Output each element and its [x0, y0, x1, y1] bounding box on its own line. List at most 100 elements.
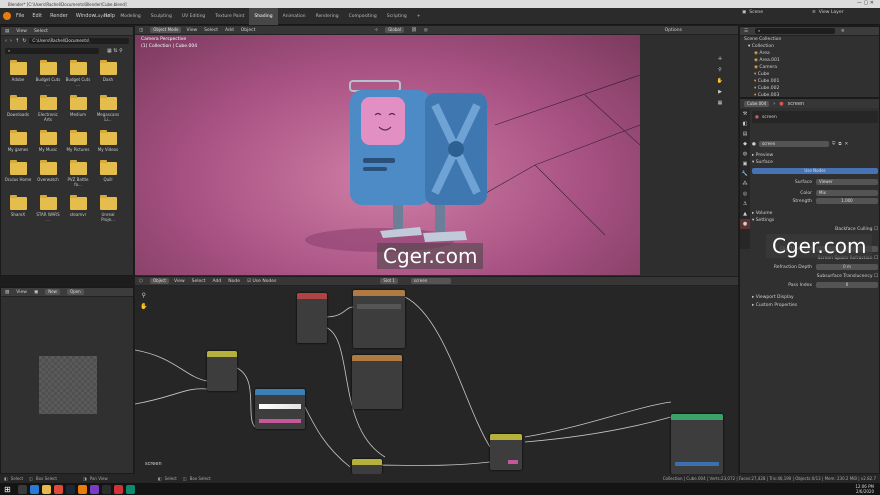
axis-gizmo-icon[interactable]: ✛	[713, 54, 727, 65]
chrome-icon[interactable]	[54, 484, 63, 494]
outliner-root[interactable]: Scene Collection	[744, 36, 879, 43]
color-swatch[interactable]	[508, 460, 518, 464]
backface-culling-checkbox[interactable]: Backface Culling ☐	[752, 227, 878, 232]
folder-item[interactable]: Adobe	[4, 60, 32, 87]
subsurface-translucency-checkbox[interactable]: Subsurface Translucency ☐	[752, 274, 878, 279]
add-workspace-button[interactable]: +	[412, 8, 426, 25]
volume-section[interactable]: ▸ Volume	[752, 211, 878, 216]
snap-icon[interactable]: ⛓	[411, 28, 417, 33]
steam-icon[interactable]	[66, 484, 75, 494]
close-icon[interactable]: ✕	[845, 142, 849, 147]
tool-tab-icon[interactable]: ⚒	[740, 109, 750, 119]
strength-field[interactable]: 1.000	[816, 198, 878, 204]
tab-scripting[interactable]: Scripting	[382, 8, 412, 25]
folder-item[interactable]: My Pictures	[64, 130, 92, 152]
folder-item[interactable]: Quill	[94, 160, 122, 187]
grid-icon[interactable]: ▦	[713, 98, 727, 109]
arrow-right-icon[interactable]: ›	[10, 38, 12, 44]
view-layer-selector[interactable]: ≋ View Layer	[812, 10, 843, 15]
outliner-search-input[interactable]: ⌕	[755, 28, 836, 34]
folder-item[interactable]: Electronic Arts	[34, 95, 62, 122]
folder-item[interactable]: My Videos	[94, 130, 122, 152]
edge-icon[interactable]	[30, 484, 39, 494]
world-tab-icon[interactable]: ◍	[740, 149, 750, 159]
arrow-left-icon[interactable]: ‹	[5, 38, 7, 44]
folder-item[interactable]: My games	[4, 130, 32, 152]
tab-rendering[interactable]: Rendering	[311, 8, 344, 25]
particles-tab-icon[interactable]: ⁂	[740, 179, 750, 189]
folder-item[interactable]: Budget Cuts ...	[34, 60, 62, 87]
filter-icon[interactable]: ⚟	[841, 29, 845, 34]
file-explorer-icon[interactable]	[42, 484, 51, 494]
outliner-row[interactable]: ▾ Cube	[744, 71, 879, 78]
display-mode-icon[interactable]: ▦ ⇅ ⚲	[107, 48, 123, 54]
use-nodes-button[interactable]: Use Nodes	[752, 168, 878, 174]
folder-item[interactable]: Budget Cuts ...	[64, 60, 92, 87]
folder-item[interactable]: Unreal Proje...	[94, 195, 122, 222]
data-tab-icon[interactable]: ▲	[740, 209, 750, 219]
outliner-row[interactable]: ▾ Cube.002	[744, 85, 879, 92]
pass-index-field[interactable]: 0	[816, 282, 878, 288]
node-image-field[interactable]	[357, 304, 401, 309]
scene-selector[interactable]: ▣ Scene	[742, 10, 763, 15]
editor-type-icon[interactable]: ◫	[139, 28, 143, 33]
folder-item[interactable]: Downloads	[4, 95, 32, 122]
zoom-icon[interactable]: ⚲	[713, 65, 727, 76]
options-dropdown[interactable]: Options	[665, 28, 682, 33]
physics-tab-icon[interactable]: ◎	[740, 189, 750, 199]
node-mix-2[interactable]	[490, 434, 522, 470]
file-path-field[interactable]: C:\Users\Rachel\Documents\	[29, 38, 129, 44]
tab-layout[interactable]: Layout	[90, 8, 115, 25]
folder-item[interactable]: steamvr	[64, 195, 92, 222]
node-principled-bsdf[interactable]	[671, 414, 723, 474]
refresh-icon[interactable]: ↻	[22, 38, 26, 44]
tab-modeling[interactable]: Modeling	[115, 8, 145, 25]
file-menu-select[interactable]: Select	[34, 29, 48, 34]
folder-item[interactable]: Medium	[64, 95, 92, 122]
app-icon[interactable]	[102, 484, 111, 494]
image-browse-icon[interactable]: ▣	[34, 290, 38, 295]
viewport-menu-view[interactable]: View	[186, 28, 197, 33]
color-dropdown[interactable]: Mix	[816, 190, 878, 196]
tab-sculpting[interactable]: Sculpting	[146, 8, 177, 25]
node-slider[interactable]	[675, 462, 719, 466]
scene-tab-icon[interactable]: ◆	[740, 139, 750, 149]
proportional-icon[interactable]: ◎	[424, 28, 428, 33]
tab-animation[interactable]: Animation	[278, 8, 311, 25]
folder-item[interactable]: PVZ Battle fo...	[64, 160, 92, 187]
folder-item[interactable]: Oculus Home	[4, 160, 32, 187]
object-tab-icon[interactable]: ▣	[740, 159, 750, 169]
pan-hand-icon[interactable]: ✋	[713, 76, 727, 87]
tab-compositing[interactable]: Compositing	[344, 8, 382, 25]
object-name-field[interactable]: Cube.004	[744, 100, 770, 107]
transform-orientation-dropdown[interactable]: Global	[385, 27, 404, 33]
menu-render[interactable]: Render	[50, 13, 68, 19]
modifier-tab-icon[interactable]: 🔧	[740, 169, 750, 179]
refraction-depth-field[interactable]: 0 m	[816, 264, 878, 270]
node-image-texture-1[interactable]	[353, 290, 405, 348]
render-view[interactable]: Camera Perspective (1) Collection | Cube…	[135, 35, 640, 275]
custom-properties-section[interactable]: ▸ Custom Properties	[752, 303, 878, 308]
blender-logo-icon[interactable]	[3, 12, 11, 20]
output-tab-icon[interactable]: ▤	[740, 129, 750, 139]
windows-start-icon[interactable]: ⊞	[4, 485, 13, 494]
fake-user-icon[interactable]: ⛨	[832, 141, 835, 147]
viewport-menu-object[interactable]: Object	[241, 28, 256, 33]
node-texture-coordinate[interactable]	[297, 293, 327, 343]
color-swatch[interactable]	[259, 419, 301, 423]
outliner-row[interactable]: ◉ Area.001	[744, 57, 879, 64]
material-name-field[interactable]: screen	[758, 141, 829, 147]
image-canvas[interactable]	[39, 356, 97, 414]
blender-app-icon[interactable]	[78, 484, 87, 494]
surface-section[interactable]: ▾ Surface	[752, 160, 878, 165]
folder-item[interactable]: STAR WARS ...	[34, 195, 62, 222]
editor-type-icon[interactable]: ▨	[5, 290, 9, 295]
node-mix-3[interactable]	[352, 459, 382, 474]
material-tab-icon[interactable]: ●	[740, 219, 750, 229]
node-color-ramp[interactable]	[255, 389, 305, 429]
color-ramp-bar[interactable]	[259, 404, 301, 409]
editor-type-icon[interactable]: ▤	[5, 29, 9, 34]
viewport-menu-select[interactable]: Select	[204, 28, 218, 33]
app-icon[interactable]	[90, 484, 99, 494]
task-view-icon[interactable]	[18, 484, 27, 494]
